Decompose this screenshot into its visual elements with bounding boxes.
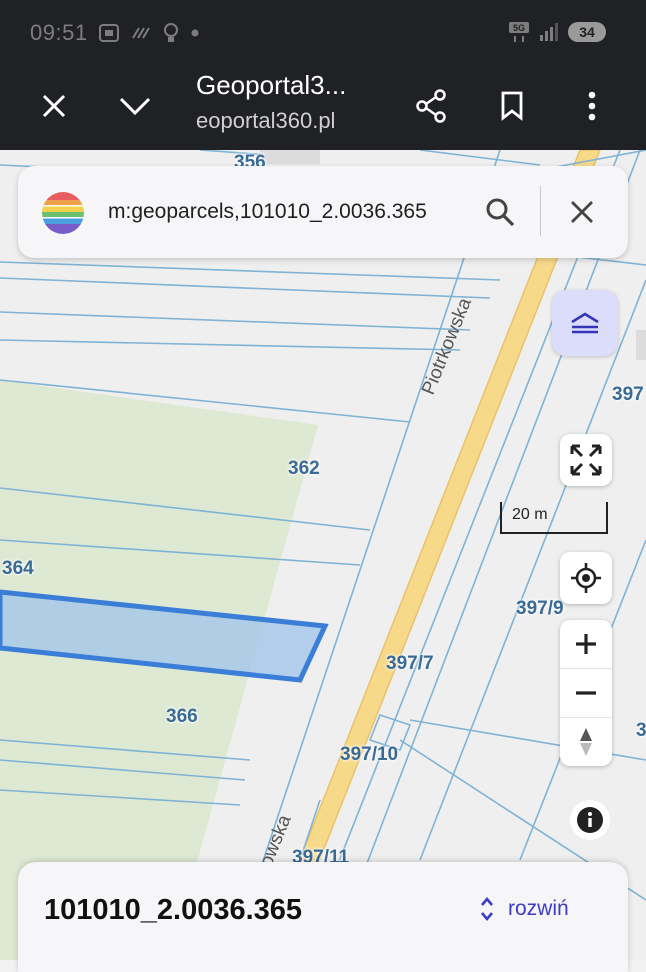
gps-icon (571, 563, 601, 593)
zoom-in-button[interactable] (560, 620, 612, 669)
more-button[interactable] (566, 80, 618, 132)
browser-toolbar: Geoportal3... eoportal360.pl (0, 62, 646, 150)
bookmark-button[interactable] (486, 80, 538, 132)
info-button[interactable] (570, 800, 610, 840)
parcel-label: 364 (2, 558, 34, 579)
layers-button[interactable] (552, 290, 618, 356)
info-icon (577, 807, 603, 833)
chevron-down-icon (119, 97, 151, 116)
parcel-id: 101010_2.0036.365 (44, 894, 303, 926)
fullscreen-button[interactable] (560, 434, 612, 486)
zoom-controls (560, 620, 612, 766)
scale-bar: 20 m (500, 502, 608, 534)
search-bar[interactable]: m:geoparcels,101010_2.0036.365 (18, 166, 628, 258)
map-canvas[interactable]: 356 362 364 366 397 397/9 397/7 397/10 3… (0, 150, 646, 960)
data-saver-icon (132, 27, 150, 39)
fullscreen-icon (570, 444, 602, 476)
unfold-icon (481, 896, 493, 922)
bookmark-icon (501, 91, 523, 121)
battery-icon: 34 (568, 22, 606, 42)
compass-icon (580, 728, 592, 756)
map-graphics (0, 150, 646, 960)
bulb-icon (164, 23, 178, 42)
minimize-button[interactable] (109, 80, 161, 132)
more-vert-icon (588, 91, 596, 121)
5g-icon: 5G (509, 22, 529, 42)
dot-icon (191, 29, 199, 37)
search-input[interactable]: m:geoparcels,101010_2.0036.365 (108, 200, 427, 224)
share-button[interactable] (405, 80, 457, 132)
parcel-label: 366 (166, 706, 198, 727)
parcel-label: 362 (288, 458, 320, 479)
parcel-label: 397/9 (516, 598, 564, 619)
expand-button[interactable]: rozwiń (480, 896, 569, 922)
search-button[interactable] (484, 196, 516, 233)
screenshot-icon (99, 24, 119, 42)
svg-text:5G: 5G (513, 23, 525, 33)
zoom-out-button[interactable] (560, 669, 612, 718)
close-tab-button[interactable] (28, 80, 80, 132)
search-icon (486, 198, 515, 227)
close-icon (42, 94, 66, 118)
minus-icon (576, 691, 596, 695)
status-bar: 09:51 5G 34 (0, 0, 646, 62)
parcel-label: 397/10 (340, 744, 399, 765)
parcel-label: 3 (636, 720, 646, 741)
geoportal-logo-icon (42, 192, 84, 234)
compass-button[interactable] (560, 718, 612, 766)
layers-icon (571, 312, 599, 334)
parcel-label: 397/7 (386, 653, 434, 674)
clock: 09:51 (30, 20, 88, 45)
share-icon (416, 89, 446, 123)
plus-icon (576, 634, 596, 654)
search-divider (540, 186, 541, 236)
page-url[interactable]: eoportal360.pl (196, 108, 335, 134)
parcel-info-card[interactable]: 101010_2.0036.365 rozwiń (18, 862, 628, 972)
parcel-label: 397 (612, 384, 644, 405)
expand-label: rozwiń (508, 897, 569, 920)
clear-search-button[interactable] (570, 200, 594, 229)
close-icon (571, 201, 593, 223)
road-piotrkowska (259, 150, 601, 960)
signal-icon (540, 23, 558, 41)
locate-me-button[interactable] (560, 552, 612, 604)
page-title: Geoportal3... (196, 70, 347, 100)
scale-label: 20 m (512, 506, 548, 523)
